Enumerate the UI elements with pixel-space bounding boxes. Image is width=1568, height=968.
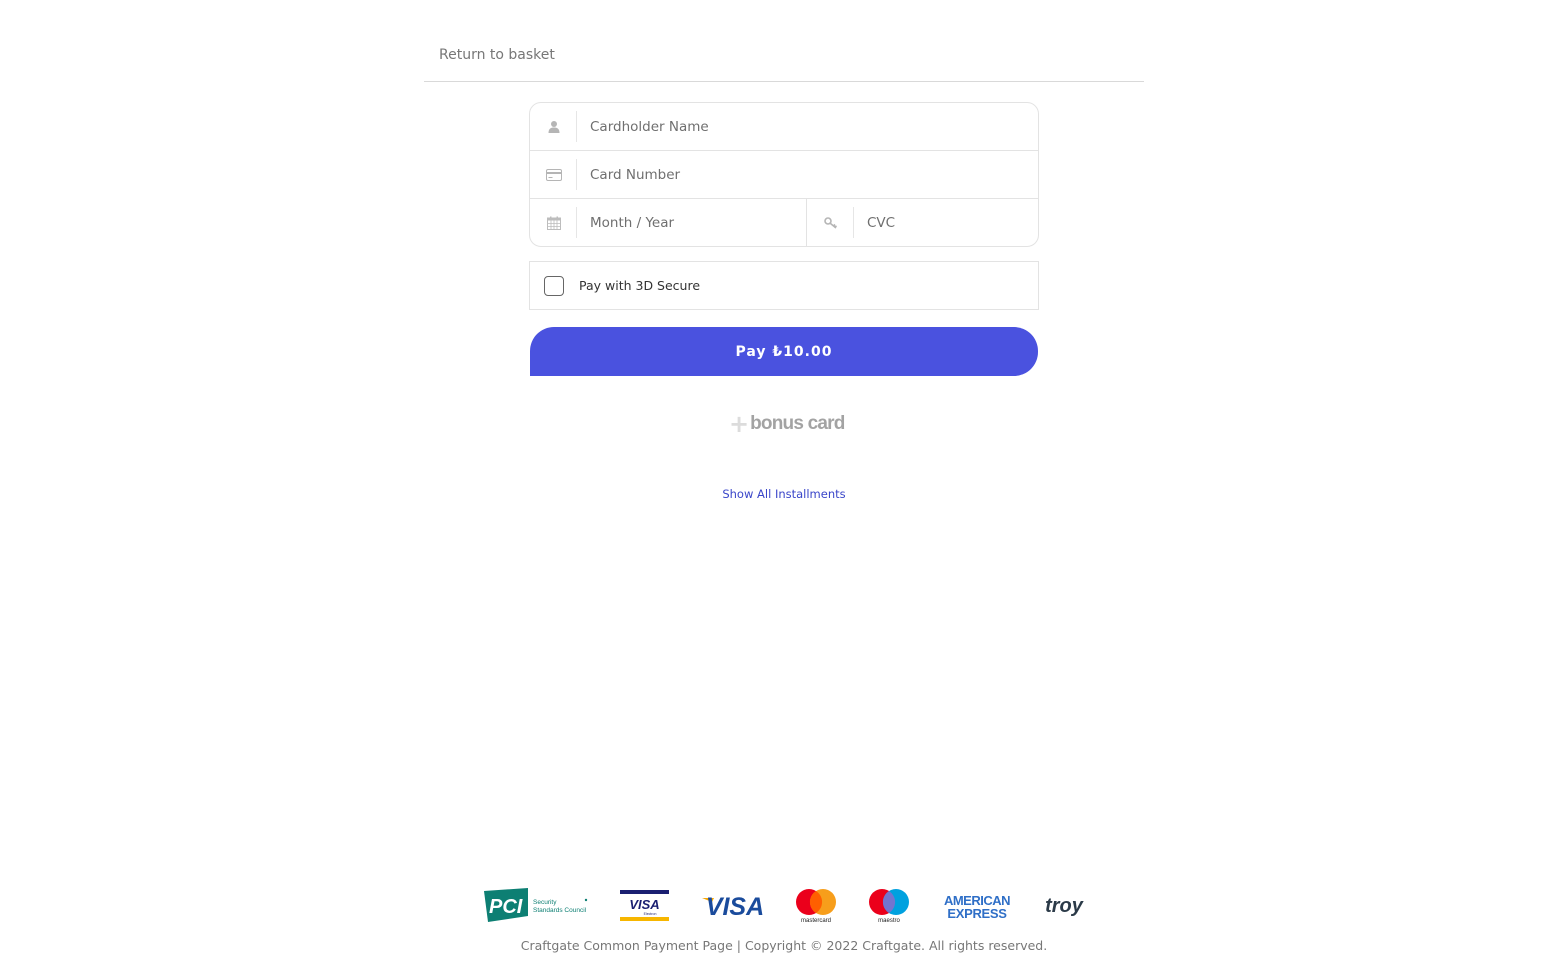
3d-secure-option: Pay with 3D Secure — [529, 261, 1039, 310]
show-all-installments-link[interactable]: Show All Installments — [0, 487, 1568, 501]
troy-logo: troy — [1042, 894, 1086, 918]
mastercard-text: mastercard — [801, 918, 831, 924]
troy-text: troy — [1045, 895, 1084, 917]
3d-secure-label[interactable]: Pay with 3D Secure — [579, 278, 700, 293]
payment-logos: PCI Security Standards Council VISA Elec… — [480, 886, 1090, 926]
key-icon — [807, 199, 854, 246]
expiry-input[interactable] — [577, 199, 806, 246]
american-express-logo: AMERICAN EXPRESS — [940, 892, 1014, 920]
svg-text:Standards Council: Standards Council — [533, 907, 587, 914]
card-number-row — [530, 151, 1038, 199]
return-to-basket-link[interactable]: Return to basket — [439, 47, 555, 63]
bonus-card-logo: + bonus card — [729, 410, 845, 438]
cardholder-row — [530, 103, 1038, 151]
user-icon — [530, 103, 577, 150]
pci-text: PCI — [489, 896, 523, 918]
cvc-cell — [807, 199, 1038, 246]
visa-logo: VISA — [702, 892, 766, 920]
bonus-card-text: bonus card — [750, 413, 845, 434]
3d-secure-checkbox[interactable] — [544, 275, 564, 296]
cvc-input[interactable] — [854, 199, 1038, 246]
cardholder-name-input[interactable] — [577, 103, 1038, 150]
card-form — [529, 102, 1039, 247]
mastercard-logo: mastercard — [794, 888, 838, 924]
svg-text:Electron: Electron — [644, 912, 657, 916]
credit-card-icon — [530, 151, 577, 198]
svg-text:Security: Security — [533, 899, 557, 906]
card-number-input[interactable] — [577, 151, 1038, 198]
pay-button[interactable]: Pay ₺10.00 — [530, 327, 1038, 376]
svg-text:EXPRESS: EXPRESS — [947, 906, 1007, 920]
page-header: Return to basket — [424, 38, 1144, 82]
bonus-plus-icon: + — [729, 410, 750, 438]
expiry-cell — [530, 199, 807, 246]
visa-electron-logo: VISA Electron — [620, 890, 669, 921]
visa-electron-text: VISA — [629, 897, 659, 912]
footer-copyright: Craftgate Common Payment Page | Copyrigh… — [520, 938, 1048, 953]
maestro-text: maestro — [878, 918, 900, 924]
calendar-icon — [530, 199, 577, 246]
visa-text: VISA — [706, 893, 764, 920]
pci-dss-logo: PCI Security Standards Council — [480, 888, 590, 922]
expiry-cvc-row — [530, 199, 1038, 246]
show-all-installments-label[interactable]: Show All Installments — [722, 487, 845, 501]
maestro-logo: maestro — [867, 888, 911, 924]
